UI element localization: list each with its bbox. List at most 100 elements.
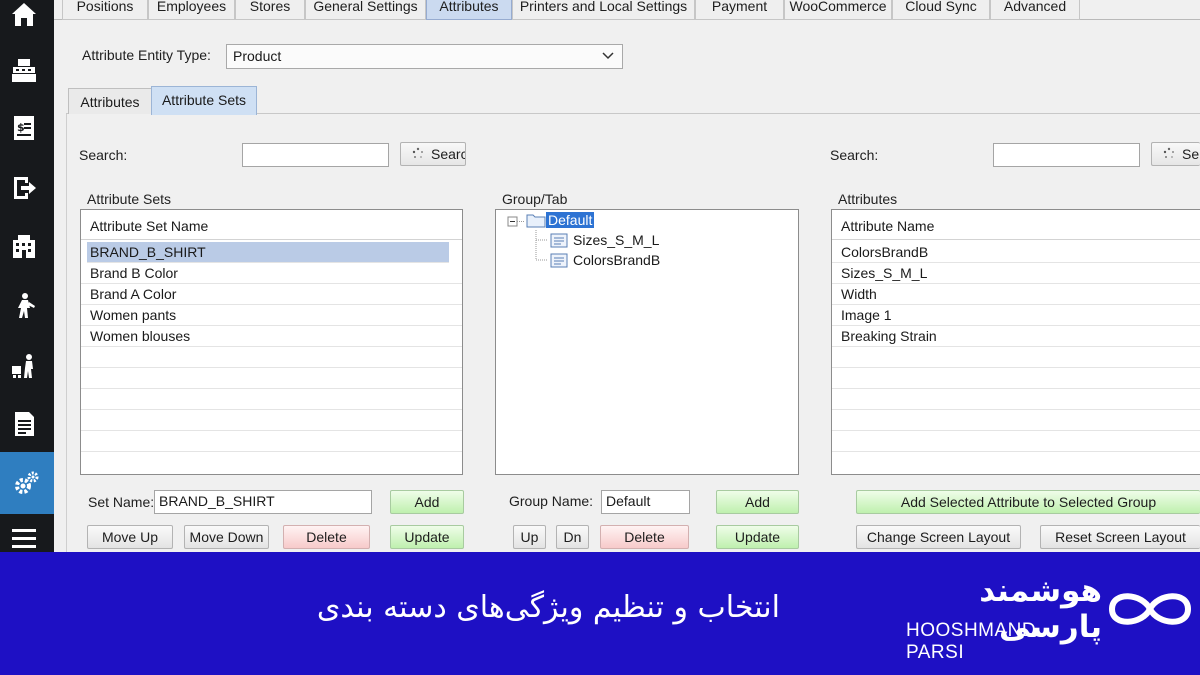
sidebar-item-home[interactable] [4,0,44,34]
group-name-input[interactable]: Default [601,490,690,514]
attribute-row[interactable]: Width [832,284,1200,305]
empty-row [81,347,462,368]
group-tree: Default Sizes_S_M_L ColorsBrandB [495,209,799,475]
tree-node-default-label: Default [546,212,595,228]
brand-name-english: HOOSHMAND PARSI [906,620,1037,663]
tab-positions[interactable]: Positions [62,0,148,20]
attribute-name-header[interactable]: Attribute Name [832,210,1200,240]
attribute-subtab-strip: Attributes Attribute Sets [66,86,1200,115]
empty-row [81,389,462,410]
attribute-sets-title: Attribute Sets [87,191,172,207]
cash-register-icon [12,59,36,82]
right-search-input[interactable] [993,143,1140,167]
folder-icon [526,214,546,228]
tab-page-icon [550,253,568,268]
tree-node-group[interactable]: Sizes_S_M_L [550,232,659,248]
delete-group-button[interactable]: Delete [600,525,689,549]
set-name-input[interactable]: BRAND_B_SHIRT [154,490,372,514]
empty-row [832,368,1200,389]
tab-cloud-sync[interactable]: Cloud Sync [892,0,990,20]
attribute-set-row[interactable]: Women blouses [81,326,462,347]
tree-node-group[interactable]: ColorsBrandB [550,252,660,268]
home-icon [12,3,36,26]
tab-printers-local-settings[interactable]: Printers and Local Settings [512,0,695,20]
attribute-row[interactable]: ColorsBrandB [832,242,1200,263]
tab-general-settings[interactable]: General Settings [305,0,426,20]
group-down-button[interactable]: Dn [556,525,589,549]
sidebar-item-invoices[interactable]: $ [4,108,44,148]
tree-node-label: Sizes_S_M_L [573,232,660,248]
left-search-input[interactable] [242,143,389,167]
empty-row [81,410,462,431]
attribute-set-row[interactable]: Brand A Color [81,284,462,305]
search-spinner-icon [1163,147,1174,158]
attribute-row[interactable]: Sizes_S_M_L [832,263,1200,284]
tab-page-icon [550,233,568,248]
change-screen-layout-button[interactable]: Change Screen Layout [856,525,1021,549]
attributes-title: Attributes [838,191,898,207]
svg-text:$: $ [17,121,25,134]
update-set-button[interactable]: Update [390,525,464,549]
tab-advanced[interactable]: Advanced [990,0,1080,20]
attribute-set-row[interactable]: BRAND_B_SHIRT [87,242,449,263]
settings-gears-icon [15,471,39,494]
entity-type-label: Attribute Entity Type: [82,47,211,63]
chevron-down-icon [602,52,614,60]
add-group-button[interactable]: Add [716,490,799,514]
menu-icon [12,529,36,548]
sidebar-item-customers[interactable] [4,286,44,326]
tree-node-default[interactable]: Default [526,212,595,228]
promo-banner: انتخاب و تنظیم ویژگی‌های دسته بندی هوشمن… [0,552,1200,675]
left-search-button-label: Searc [431,146,466,162]
sidebar-item-settings[interactable] [0,452,54,514]
attribute-set-name-header[interactable]: Attribute Set Name [81,210,462,240]
tab-attributes[interactable]: Attributes [426,0,512,20]
attribute-row[interactable]: Breaking Strain [832,326,1200,347]
sidebar-item-delivery[interactable] [4,346,44,386]
group-tab-title: Group/Tab [502,191,568,207]
update-group-button[interactable]: Update [716,525,799,549]
empty-row [81,431,462,452]
settings-tab-strip: Positions Employees Stores General Setti… [54,0,1200,20]
attribute-set-row[interactable]: Brand B Color [81,263,462,284]
sidebar-item-stores[interactable] [4,226,44,266]
tab-payment[interactable]: Payment [695,0,784,20]
sidebar-item-pos[interactable] [4,50,44,90]
move-down-button[interactable]: Move Down [184,525,269,549]
group-name-label: Group Name: [509,493,594,509]
exit-icon [14,177,36,199]
sidebar-item-reports[interactable] [4,404,44,444]
attribute-row[interactable]: Image 1 [832,305,1200,326]
move-up-button[interactable]: Move Up [87,525,173,549]
empty-row [832,431,1200,452]
subtab-attribute-sets[interactable]: Attribute Sets [151,86,257,115]
sidebar-item-logout[interactable] [4,168,44,208]
left-search-button[interactable]: Searc [400,142,466,166]
app-sidebar: $ [0,0,54,552]
group-up-button[interactable]: Up [513,525,546,549]
add-set-button[interactable]: Add [390,490,464,514]
right-search-label: Search: [830,147,879,163]
right-search-button[interactable]: Se [1151,142,1200,166]
building-icon [13,235,35,258]
tab-stores[interactable]: Stores [235,0,305,20]
settings-window: Positions Employees Stores General Setti… [54,0,1200,552]
tab-employees[interactable]: Employees [148,0,235,20]
empty-row [832,347,1200,368]
report-icon [15,412,34,436]
reset-screen-layout-button[interactable]: Reset Screen Layout [1040,525,1200,549]
delivery-person-icon [12,354,33,378]
tab-woocommerce[interactable]: WooCommerce [784,0,892,20]
entity-type-select[interactable]: Product [226,44,623,69]
attribute-set-row[interactable]: Women pants [81,305,462,326]
set-name-label: Set Name: [88,494,155,510]
subtab-attributes[interactable]: Attributes [68,88,152,114]
tree-node-label: ColorsBrandB [573,252,661,268]
delete-set-button[interactable]: Delete [283,525,370,549]
add-selected-attribute-button[interactable]: Add Selected Attribute to Selected Group [856,490,1200,514]
person-walking-icon [18,293,35,318]
empty-row [832,410,1200,431]
right-search-button-label: Se [1182,146,1200,162]
left-search-label: Search: [79,147,128,163]
attribute-sets-list: Attribute Set Name BRAND_B_SHIRT Brand B… [80,209,463,475]
